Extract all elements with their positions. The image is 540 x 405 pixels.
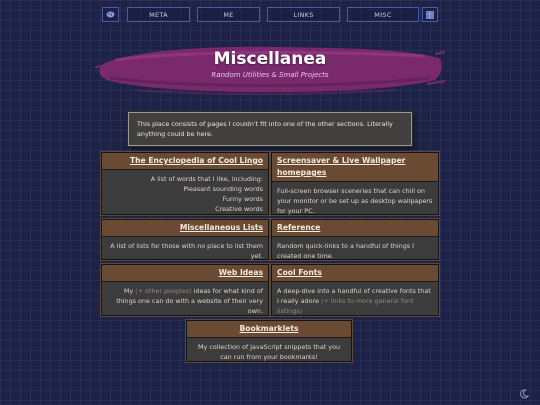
nav-item-links[interactable]: LINKS xyxy=(267,7,340,22)
misc-lists-link[interactable]: Miscellaneous Lists xyxy=(180,223,263,232)
top-nav: META ME LINKS MISC xyxy=(102,7,438,22)
page-subtitle: Random Utilities & Small Projects xyxy=(211,71,329,79)
screensaver-link[interactable]: Screensaver & Live Wallpaper homepages xyxy=(277,156,405,177)
cool-lingo-link[interactable]: The Encyclopedia of Cool Lingo xyxy=(130,156,263,165)
page-title: Miscellanea xyxy=(213,49,327,69)
reference-link[interactable]: Reference xyxy=(277,223,320,232)
cookie-icon[interactable] xyxy=(102,7,119,22)
list-item: Creative words xyxy=(215,205,263,213)
other-peoples-note: (+ other peoples) xyxy=(135,287,192,295)
bookmarklets-desc: My collection of JavaScript snippets tha… xyxy=(197,343,341,361)
screensaver-desc: Full-screen browser sceneries that can c… xyxy=(277,187,433,215)
card-web-ideas: Web Ideas My (+ other peoples) ideas for… xyxy=(101,264,269,316)
list-item: Funny words xyxy=(222,195,263,203)
card-screensaver: Screensaver & Live Wallpaper homepages F… xyxy=(271,152,439,215)
list-item: Pleasant sounding words xyxy=(183,185,263,193)
web-ideas-link[interactable]: Web Ideas xyxy=(219,268,263,277)
book-icon[interactable] xyxy=(422,7,438,22)
misc-lists-desc: A list of lists for those with no place … xyxy=(110,242,263,260)
cool-lingo-desc: A list of words that I like, including: xyxy=(150,175,263,183)
intro-box: This place consists of pages I couldn't … xyxy=(128,112,412,146)
bookmarklets-link[interactable]: Bookmarklets xyxy=(239,324,298,333)
web-ideas-desc-start: My xyxy=(123,287,134,295)
card-cool-fonts: Cool Fonts A deep-dive into a handful of… xyxy=(271,264,439,316)
nav-item-misc[interactable]: MISC xyxy=(347,7,419,22)
card-reference: Reference Random quick-links to a handfu… xyxy=(271,219,439,260)
card-bookmarklets: Bookmarklets My collection of JavaScript… xyxy=(186,320,352,362)
reference-desc: Random quick-links to a handful of thing… xyxy=(277,242,415,260)
moon-icon[interactable] xyxy=(519,389,529,399)
nav-item-meta[interactable]: META xyxy=(127,7,190,22)
intro-text: This place consists of pages I couldn't … xyxy=(137,120,393,138)
nav-item-me[interactable]: ME xyxy=(197,7,260,22)
cool-fonts-link[interactable]: Cool Fonts xyxy=(277,268,322,277)
card-cool-lingo: The Encyclopedia of Cool Lingo A list of… xyxy=(101,152,269,215)
card-misc-lists: Miscellaneous Lists A list of lists for … xyxy=(101,219,269,260)
